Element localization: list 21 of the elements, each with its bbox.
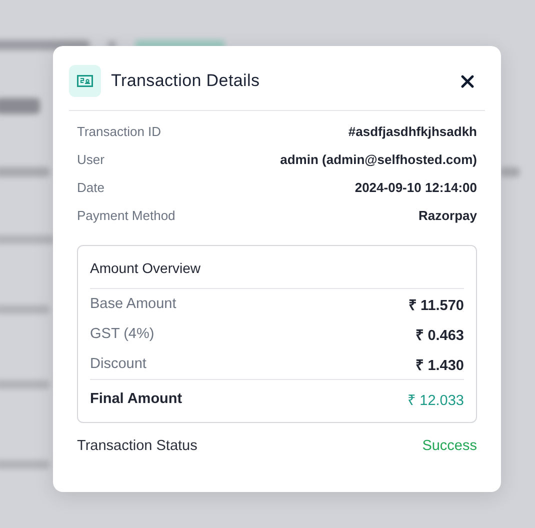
amount-value: ₹ 1.430	[416, 357, 464, 374]
field-label: Date	[77, 180, 104, 194]
status-value: Success	[422, 438, 477, 454]
amount-value: ₹ 0.463	[416, 327, 464, 344]
amount-value: ₹ 11.570	[408, 297, 464, 314]
field-label: User	[77, 152, 104, 166]
field-value: 2024-09-10 12:14:00	[354, 180, 477, 194]
field-value: #asdfjasdhfkjhsadkh	[348, 124, 477, 138]
field-label: Transaction ID	[77, 124, 162, 138]
amount-label: Discount	[90, 356, 146, 372]
dialog-title: Transaction Details	[111, 71, 261, 91]
amount-label: Base Amount	[90, 296, 176, 312]
field-value: admin (admin@selfhosted.com)	[280, 152, 477, 166]
amount-value: ₹ 12.033	[408, 392, 464, 409]
id-card-icon	[69, 65, 101, 97]
amount-label: GST (4%)	[90, 326, 154, 342]
section-title: Amount Overview	[90, 259, 202, 278]
field-value: Razorpay	[418, 208, 477, 222]
amount-label: Final Amount	[90, 391, 182, 407]
status-label: Transaction Status	[77, 438, 198, 454]
field-label: Payment Method	[77, 208, 176, 222]
